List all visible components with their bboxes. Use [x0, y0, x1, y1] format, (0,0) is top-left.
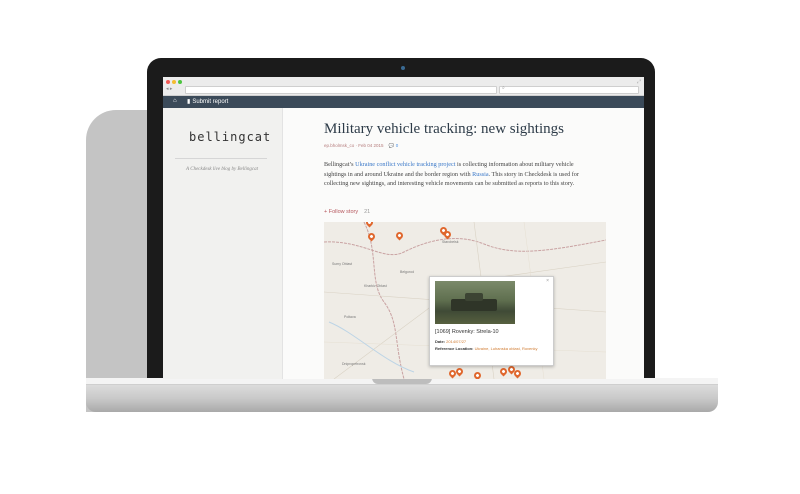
desc-prefix: Bellingcat’s [324, 161, 356, 168]
post-date: Feb 04 2015 [358, 143, 384, 148]
bookmark-icon: ▮ [187, 99, 191, 105]
close-window-icon[interactable] [166, 80, 170, 84]
search-icon: ⌕ [502, 85, 505, 91]
sidebar: bellingcat A Checkdesk live blog by Bell… [163, 108, 283, 379]
submit-report-label: Submit report [192, 99, 229, 105]
back-forward-icon[interactable]: ◂ ▸ [166, 86, 172, 92]
popup-location-value[interactable]: Ukraine, Luhanska oblast, Rovenky [475, 346, 538, 351]
post-meta: ep.bholmsk_co · Feb 04 2015 💬 0 [324, 143, 399, 148]
popup-date-label: Date: [435, 339, 446, 344]
site-logo[interactable]: bellingcat [189, 130, 271, 144]
page-title: Military vehicle tracking: new sightings [324, 121, 564, 137]
main-content: Military vehicle tracking: new sightings… [283, 108, 644, 379]
map-place-label: Poltava [344, 315, 356, 319]
map-place-label: Starobelsk [442, 240, 459, 244]
map-place-label: Dnipropetrovsk [342, 362, 366, 366]
minimize-window-icon[interactable] [172, 80, 176, 84]
submit-report-button[interactable]: ▮ Submit report [187, 98, 228, 105]
site-topbar: ⌂ ▮ Submit report [163, 96, 644, 108]
map-place-label: Kharkiv Oblast [364, 284, 387, 288]
close-icon[interactable]: × [546, 278, 549, 284]
browser-search-input[interactable]: ⌕ [499, 85, 639, 94]
tracking-project-link[interactable]: Ukraine conflict vehicle tracking projec… [355, 161, 455, 168]
comment-count-value: 0 [395, 143, 399, 148]
sighting-popup: × [1069] Rovenky: Strela-10 Date: 2014/0… [429, 276, 554, 366]
popup-location: Reference Location: Ukraine, Luhanska ob… [435, 346, 538, 351]
map-place-label: Belgorod [400, 270, 415, 274]
camera-icon [401, 66, 405, 70]
browser-chrome: ◂ ▸ ⌕ ⤢ [163, 77, 644, 96]
maximize-window-icon[interactable] [178, 80, 182, 84]
sightings-map[interactable]: Sumy Oblast Belgorod Kharkiv Oblast Polt… [324, 222, 606, 379]
vehicle-turret-shape [465, 293, 483, 301]
popup-location-label: Reference Location: [435, 346, 474, 351]
popup-date-value: 2014/07/27 [446, 339, 467, 344]
popup-title[interactable]: [1069] Rovenky: Strela-10 [435, 329, 499, 335]
laptop-shadow [86, 110, 156, 412]
sidebar-description: A Checkdesk live blog by Bellingcat [186, 167, 258, 172]
screen: ◂ ▸ ⌕ ⤢ ⌂ ▮ Submit report bellingcat A Ch… [163, 77, 644, 379]
post-description: Bellingcat’s Ukraine conflict vehicle tr… [324, 160, 594, 189]
follow-label: + Follow story [324, 209, 359, 215]
post-author[interactable]: ep.bholmsk_co [324, 143, 354, 148]
sighting-photo[interactable] [435, 281, 515, 324]
popup-date: Date: 2014/07/27 [435, 339, 466, 344]
follow-story-button[interactable]: + Follow story 21 [324, 209, 370, 215]
follower-count: 21 [364, 209, 371, 215]
comment-count[interactable]: 💬 0 [389, 143, 398, 148]
map-place-label: Sumy Oblast [332, 262, 353, 266]
comment-icon: 💬 [388, 143, 395, 148]
sidebar-divider [175, 158, 267, 159]
home-icon[interactable]: ⌂ [173, 98, 177, 104]
address-bar[interactable] [185, 86, 497, 94]
fullscreen-icon[interactable]: ⤢ [637, 79, 641, 85]
russia-link[interactable]: Russia [472, 171, 489, 178]
